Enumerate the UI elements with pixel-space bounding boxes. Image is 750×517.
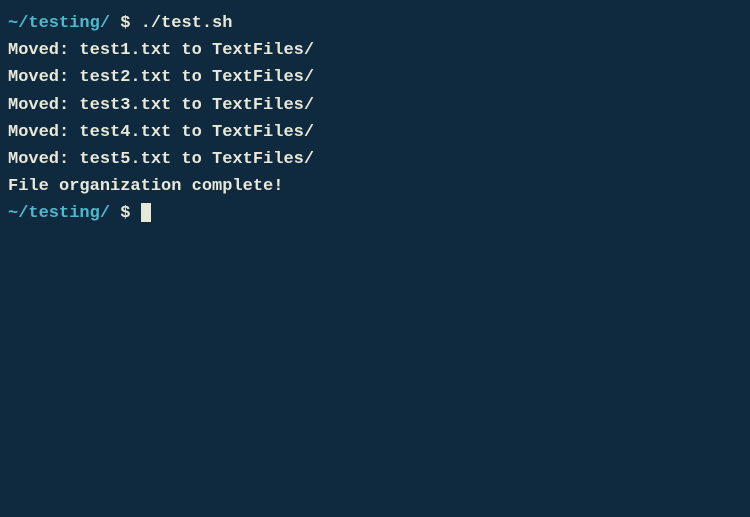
prompt-path: ~/testing/ xyxy=(8,14,110,33)
output-line-4: Moved: test4.txt to TextFiles/ xyxy=(8,119,742,146)
prompt-dollar: $ xyxy=(110,204,141,223)
output-line-1: Moved: test1.txt to TextFiles/ xyxy=(8,37,742,64)
command-text: ./test.sh xyxy=(141,14,233,33)
output-line-6: File organization complete! xyxy=(8,173,742,200)
prompt-dollar: $ xyxy=(110,14,141,33)
terminal-line-1: ~/testing/ $ ./test.sh xyxy=(8,10,742,37)
output-line-2: Moved: test2.txt to TextFiles/ xyxy=(8,64,742,91)
prompt-path: ~/testing/ xyxy=(8,204,110,223)
output-line-3: Moved: test3.txt to TextFiles/ xyxy=(8,92,742,119)
terminal-line-prompt[interactable]: ~/testing/ $ xyxy=(8,200,742,227)
cursor xyxy=(141,203,151,222)
output-line-5: Moved: test5.txt to TextFiles/ xyxy=(8,146,742,173)
